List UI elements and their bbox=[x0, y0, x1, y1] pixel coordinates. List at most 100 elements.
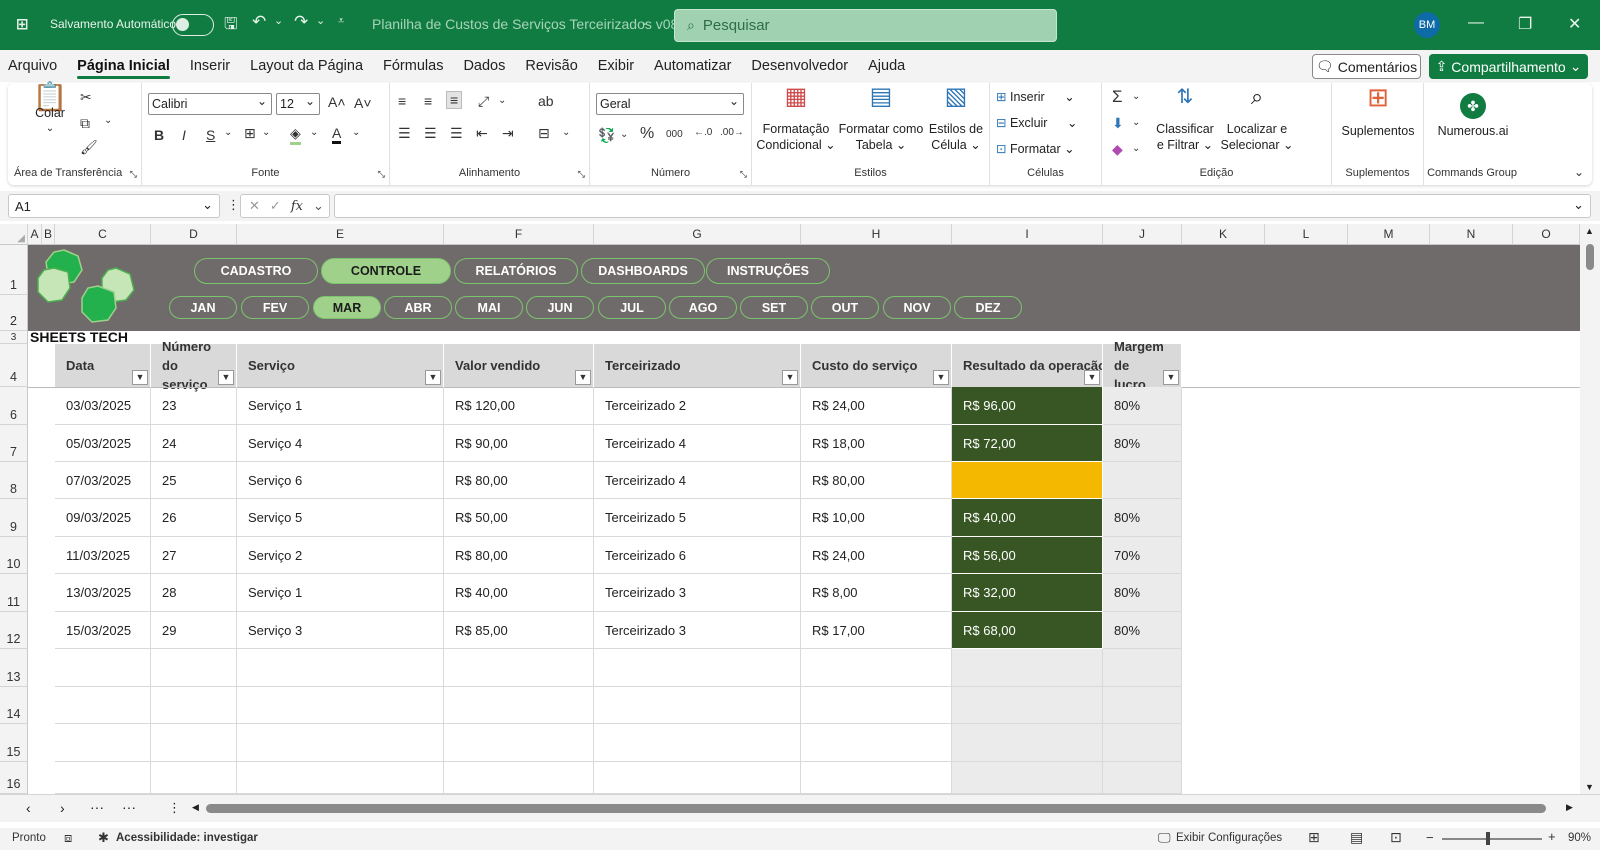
column-header[interactable]: N bbox=[1430, 224, 1513, 245]
menu-layout[interactable]: Layout da Página bbox=[240, 50, 373, 82]
fx-dropdown-icon[interactable]: ⌄ bbox=[313, 198, 324, 214]
empty-cell[interactable] bbox=[151, 762, 237, 794]
empty-cell[interactable] bbox=[594, 762, 801, 794]
font-launcher-icon[interactable]: ⤡ bbox=[378, 169, 385, 180]
underline-icon[interactable]: S bbox=[206, 127, 215, 143]
formula-input[interactable]: ⌄ bbox=[334, 194, 1591, 218]
align-middle-icon[interactable]: ≡ bbox=[424, 93, 432, 109]
redo-icon[interactable]: ↷ bbox=[294, 12, 308, 32]
insert-function-icon[interactable]: fx bbox=[291, 199, 303, 214]
empty-cell[interactable] bbox=[444, 724, 594, 762]
row-header[interactable]: 10 bbox=[0, 537, 28, 574]
menu-exibir[interactable]: Exibir bbox=[588, 50, 644, 82]
font-name-select[interactable]: Calibri bbox=[148, 93, 272, 115]
normal-view-icon[interactable]: ⊞ bbox=[1308, 829, 1320, 846]
table-cell[interactable]: R$ 50,00 bbox=[444, 499, 594, 537]
column-header[interactable]: E bbox=[237, 224, 444, 245]
sheet-split-icon[interactable]: ⋮ bbox=[168, 800, 181, 816]
filter-dropdown-icon[interactable]: ▼ bbox=[575, 370, 591, 385]
table-cell[interactable]: Serviço 6 bbox=[237, 462, 444, 499]
table-cell[interactable]: 25 bbox=[151, 462, 237, 499]
empty-cell[interactable] bbox=[952, 687, 1103, 724]
scroll-down-icon[interactable]: ▼ bbox=[1585, 782, 1594, 792]
zoom-out-icon[interactable]: − bbox=[1426, 830, 1434, 845]
prev-sheet-icon[interactable]: ‹ bbox=[26, 800, 31, 816]
table-cell[interactable]: 05/03/2025 bbox=[55, 425, 151, 462]
table-cell[interactable]: R$ 68,00 bbox=[952, 612, 1103, 649]
merge-dropdown-icon[interactable]: ⌄ bbox=[562, 127, 570, 138]
vertical-scrollbar[interactable]: ▲ ▼ bbox=[1580, 224, 1600, 794]
undo-icon[interactable]: ↶ bbox=[252, 12, 266, 32]
menu-inserir[interactable]: Inserir bbox=[180, 50, 240, 82]
more-icon[interactable]: ⋮ bbox=[227, 197, 240, 213]
zoom-in-icon[interactable]: + bbox=[1548, 829, 1556, 844]
month-mar[interactable]: MAR bbox=[313, 296, 381, 319]
table-cell[interactable]: 80% bbox=[1103, 499, 1182, 537]
empty-cell[interactable] bbox=[801, 687, 952, 724]
empty-cell[interactable] bbox=[594, 724, 801, 762]
insert-cells-button[interactable]: ⊞ Inserir ⌄ bbox=[996, 89, 1075, 105]
align-center-icon[interactable]: ☰ bbox=[424, 125, 437, 142]
table-cell[interactable]: 80% bbox=[1103, 387, 1182, 425]
underline-dropdown-icon[interactable]: ⌄ bbox=[224, 127, 232, 138]
table-cell[interactable]: Serviço 3 bbox=[237, 612, 444, 649]
minimize-icon[interactable]: — bbox=[1468, 14, 1484, 32]
row-header[interactable]: 4 bbox=[0, 344, 28, 387]
empty-cell[interactable] bbox=[237, 724, 444, 762]
column-header[interactable]: G bbox=[594, 224, 801, 245]
percent-icon[interactable]: % bbox=[640, 125, 654, 143]
row-header[interactable]: 9 bbox=[0, 499, 28, 537]
empty-cell[interactable] bbox=[594, 649, 801, 687]
row-header[interactable]: 2 bbox=[0, 295, 28, 331]
column-header[interactable]: M bbox=[1348, 224, 1430, 245]
horizontal-scroll-thumb[interactable] bbox=[206, 804, 1546, 813]
row-header[interactable]: 8 bbox=[0, 462, 28, 499]
column-header[interactable]: F bbox=[444, 224, 594, 245]
copy-dropdown-icon[interactable]: ⌄ bbox=[104, 115, 112, 126]
empty-cell[interactable] bbox=[1103, 724, 1182, 762]
tab-instrucoes[interactable]: INSTRUÇÕES bbox=[706, 258, 830, 284]
autosum-icon[interactable]: Σ bbox=[1112, 87, 1123, 107]
column-header[interactable]: J bbox=[1103, 224, 1182, 245]
row-header[interactable]: 7 bbox=[0, 425, 28, 462]
table-cell[interactable]: 23 bbox=[151, 387, 237, 425]
conditional-formatting-button[interactable]: ▦ Formatação Condicional ⌄ bbox=[756, 85, 836, 153]
align-right-icon[interactable]: ☰ bbox=[450, 125, 463, 142]
table-cell[interactable]: R$ 80,00 bbox=[801, 462, 952, 499]
table-cell[interactable]: R$ 56,00 bbox=[952, 537, 1103, 574]
search-input[interactable]: ⌕ Pesquisar bbox=[674, 9, 1057, 42]
table-cell[interactable]: 11/03/2025 bbox=[55, 537, 151, 574]
display-settings[interactable]: Exibir Configurações bbox=[1176, 832, 1282, 844]
delete-cells-button[interactable]: ⊟ Excluir ⌄ bbox=[996, 115, 1077, 131]
table-cell[interactable]: 80% bbox=[1103, 574, 1182, 612]
align-bottom-icon[interactable]: ≡ bbox=[446, 91, 463, 109]
clear-icon[interactable]: ◆ bbox=[1112, 141, 1123, 158]
table-cell[interactable]: R$ 32,00 bbox=[952, 574, 1103, 612]
month-jun[interactable]: JUN bbox=[526, 296, 594, 319]
tab-relatorios[interactable]: RELATÓRIOS bbox=[454, 258, 578, 284]
menu-dados[interactable]: Dados bbox=[453, 50, 515, 82]
table-cell[interactable] bbox=[1103, 462, 1182, 499]
alignment-launcher-icon[interactable]: ⤡ bbox=[578, 169, 585, 180]
restore-icon[interactable]: ❐ bbox=[1518, 14, 1532, 34]
ribbon-collapse-icon[interactable]: ⌄ bbox=[1574, 165, 1584, 179]
empty-cell[interactable] bbox=[151, 649, 237, 687]
month-abr[interactable]: ABR bbox=[384, 296, 452, 319]
formula-expand-icon[interactable]: ⌄ bbox=[1573, 197, 1584, 213]
empty-cell[interactable] bbox=[55, 687, 151, 724]
font-color-icon[interactable]: A bbox=[332, 125, 342, 144]
month-dez[interactable]: DEZ bbox=[954, 296, 1022, 319]
table-cell[interactable]: Serviço 1 bbox=[237, 387, 444, 425]
table-cell[interactable]: 80% bbox=[1103, 425, 1182, 462]
merge-center-icon[interactable]: ⊟ bbox=[538, 125, 550, 142]
month-fev[interactable]: FEV bbox=[241, 296, 309, 319]
tab-dashboards[interactable]: DASHBOARDS bbox=[581, 258, 705, 284]
close-icon[interactable]: ✕ bbox=[1568, 14, 1581, 34]
table-cell[interactable]: Serviço 2 bbox=[237, 537, 444, 574]
empty-cell[interactable] bbox=[952, 649, 1103, 687]
empty-cell[interactable] bbox=[801, 724, 952, 762]
bold-icon[interactable]: B bbox=[154, 127, 164, 143]
table-cell[interactable]: 15/03/2025 bbox=[55, 612, 151, 649]
column-header[interactable]: C bbox=[55, 224, 151, 245]
month-mai[interactable]: MAI bbox=[455, 296, 523, 319]
